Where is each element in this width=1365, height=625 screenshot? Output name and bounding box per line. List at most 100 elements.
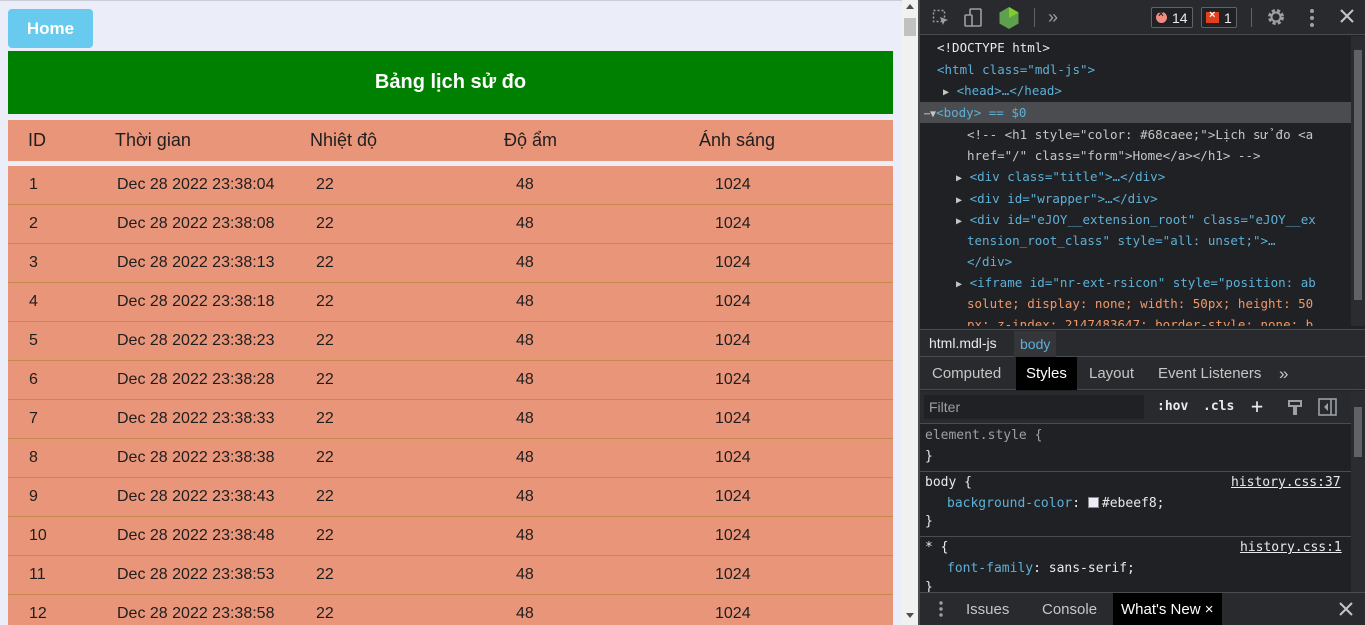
node-body[interactable]: ⋯▼<body> == $0	[924, 103, 1026, 125]
scroll-down-arrow-icon[interactable]	[906, 613, 914, 618]
rule-star-declaration[interactable]: font-family: sans-serif;	[947, 559, 1135, 579]
expand-triangle-icon[interactable]: ▶	[956, 216, 962, 227]
rule-element-style[interactable]: element.style {	[925, 426, 1042, 446]
cls-button[interactable]: .cls	[1203, 399, 1234, 414]
paint-brush-icon[interactable]	[1286, 398, 1304, 419]
tab-computed[interactable]: Computed	[932, 357, 1001, 390]
cell-temperature: 22	[316, 332, 334, 349]
drawer-tab-whats-new[interactable]: What's New ×	[1113, 593, 1222, 625]
page-scrollbar[interactable]	[902, 0, 918, 625]
cell-time: Dec 28 2022 23:38:23	[117, 332, 275, 349]
node-div-title[interactable]: ▶ <div class="title">…</div>	[956, 167, 1165, 189]
rule-element-style-close: }	[925, 449, 933, 464]
devtools-toolbar: » 14 1	[920, 0, 1365, 35]
page-scrollbar-thumb[interactable]	[904, 18, 916, 36]
cell-temperature: 22	[316, 410, 334, 427]
toolbar-separator	[1251, 8, 1252, 27]
close-tab-icon[interactable]: ×	[1205, 601, 1214, 618]
cell-temperature: 22	[316, 566, 334, 583]
new-style-rule-button[interactable]: +	[1251, 394, 1263, 418]
cell-temperature: 22	[316, 527, 334, 544]
rule-body-selector[interactable]: body {	[925, 473, 972, 493]
node-html[interactable]: <html class="mdl-js">	[937, 60, 1095, 80]
tab-event-listeners[interactable]: Event Listeners	[1158, 357, 1261, 390]
page-top-border	[0, 0, 902, 1]
node-ejoy-root[interactable]: ▶ <div id="eJOY__extension_root" class="…	[956, 210, 1316, 232]
node-comment[interactable]: <!-- <h1 style="color: #68caee;">Lịch sử…	[967, 125, 1313, 145]
node-head[interactable]: ▶ <head>…</head>	[943, 81, 1062, 103]
inspect-icon[interactable]	[932, 9, 950, 30]
drawer-tab-console[interactable]: Console	[1042, 593, 1097, 625]
rule-body-declaration[interactable]: background-color: #ebeef8;	[947, 494, 1165, 514]
scroll-up-arrow-icon[interactable]	[906, 4, 914, 9]
device-toggle-icon[interactable]	[964, 8, 984, 31]
cell-id: 8	[29, 449, 38, 466]
cell-temperature: 22	[316, 215, 334, 232]
close-icon[interactable]	[1340, 9, 1354, 26]
close-drawer-icon[interactable]	[1339, 602, 1353, 619]
table-row: 3 Dec 28 2022 23:38:13 22 48 1024	[8, 244, 893, 283]
cell-time: Dec 28 2022 23:38:08	[117, 215, 275, 232]
node-iframe-cont: solute; display: none; width: 50px; heig…	[967, 296, 1314, 311]
hov-button[interactable]: :hov	[1157, 399, 1188, 414]
cell-temperature: 22	[316, 176, 334, 193]
filter-input[interactable]: Filter	[924, 395, 1144, 419]
cell-light: 1024	[715, 371, 751, 388]
tab-more[interactable]: »	[1279, 357, 1288, 390]
expand-triangle-icon[interactable]: ▶	[956, 279, 962, 290]
tab-layout[interactable]: Layout	[1089, 357, 1134, 390]
errors-badge[interactable]: 14	[1151, 7, 1193, 28]
table-header: ID Thời gian Nhiệt độ Độ ẩm Ánh sáng	[8, 120, 893, 161]
elements-scrollbar-thumb[interactable]	[1354, 50, 1362, 300]
settings-icon[interactable]	[1266, 7, 1286, 30]
expand-triangle-icon[interactable]: ▶	[956, 173, 962, 184]
cell-light: 1024	[715, 176, 751, 193]
node-doctype[interactable]: <!DOCTYPE html>	[937, 38, 1050, 58]
cell-humidity: 48	[516, 527, 534, 544]
header-id: ID	[28, 130, 46, 150]
cell-id: 11	[29, 566, 46, 583]
breadcrumb-body[interactable]: body	[1014, 331, 1057, 357]
breadcrumb-html[interactable]: html.mdl-js	[929, 335, 997, 351]
node-iframe[interactable]: ▶ <iframe id="nr-ext-rsicon" style="posi…	[956, 273, 1316, 295]
drawer-tab-issues[interactable]: Issues	[966, 593, 1009, 625]
drawer-menu-icon[interactable]	[939, 601, 943, 620]
cell-id: 1	[29, 176, 38, 193]
cell-id: 6	[29, 371, 38, 388]
cell-light: 1024	[715, 488, 751, 505]
node-div-wrapper[interactable]: ▶ <div id="wrapper">…</div>	[956, 189, 1158, 211]
expand-triangle-icon[interactable]: ▶	[956, 195, 962, 206]
toggle-sidebar-icon[interactable]	[1318, 398, 1337, 419]
expand-triangle-icon[interactable]: ▶	[943, 87, 949, 98]
breadcrumb: html.mdl-js body	[920, 329, 1365, 357]
table-row: 1 Dec 28 2022 23:38:04 22 48 1024	[8, 166, 893, 205]
elements-scrollbar[interactable]	[1351, 36, 1365, 326]
rule-star-source-link[interactable]: history.css:1	[1240, 538, 1342, 558]
home-button[interactable]: Home	[8, 9, 93, 48]
header-light: Ánh sáng	[699, 130, 776, 150]
cell-time: Dec 28 2022 23:38:33	[117, 410, 275, 427]
cell-temperature: 22	[316, 293, 334, 310]
cell-time: Dec 28 2022 23:38:18	[117, 293, 275, 310]
more-tabs-icon[interactable]: »	[1048, 8, 1058, 26]
nodejs-icon[interactable]	[998, 6, 1020, 33]
color-swatch[interactable]	[1087, 497, 1099, 508]
kebab-menu-icon[interactable]	[1309, 8, 1315, 31]
cell-light: 1024	[715, 449, 751, 466]
rule-body-source-link[interactable]: history.css:37	[1231, 473, 1341, 493]
tab-styles[interactable]: Styles	[1016, 357, 1077, 390]
table-row: 2 Dec 28 2022 23:38:08 22 48 1024	[8, 205, 893, 244]
styles-scrollbar[interactable]	[1351, 391, 1365, 592]
rule-separator	[920, 471, 1351, 472]
styles-scrollbar-thumb[interactable]	[1354, 407, 1362, 457]
node-comment-cont: href="/" class="form">Home</a></h1> -->	[967, 148, 1261, 163]
cell-id: 9	[29, 488, 38, 505]
cell-light: 1024	[715, 215, 751, 232]
rule-star-selector[interactable]: * {	[925, 538, 948, 558]
cell-time: Dec 28 2022 23:38:53	[117, 566, 275, 583]
table-body: 1 Dec 28 2022 23:38:04 22 48 1024 2 Dec 28 20…	[8, 166, 893, 625]
table-row: 12 Dec 28 2022 23:38:58 22 48 1024	[8, 595, 893, 625]
cell-humidity: 48	[516, 488, 534, 505]
issues-badge[interactable]: 1	[1201, 7, 1237, 28]
web-page: Home Bảng lịch sử đo ID Thời gian Nhiệt …	[0, 0, 902, 625]
